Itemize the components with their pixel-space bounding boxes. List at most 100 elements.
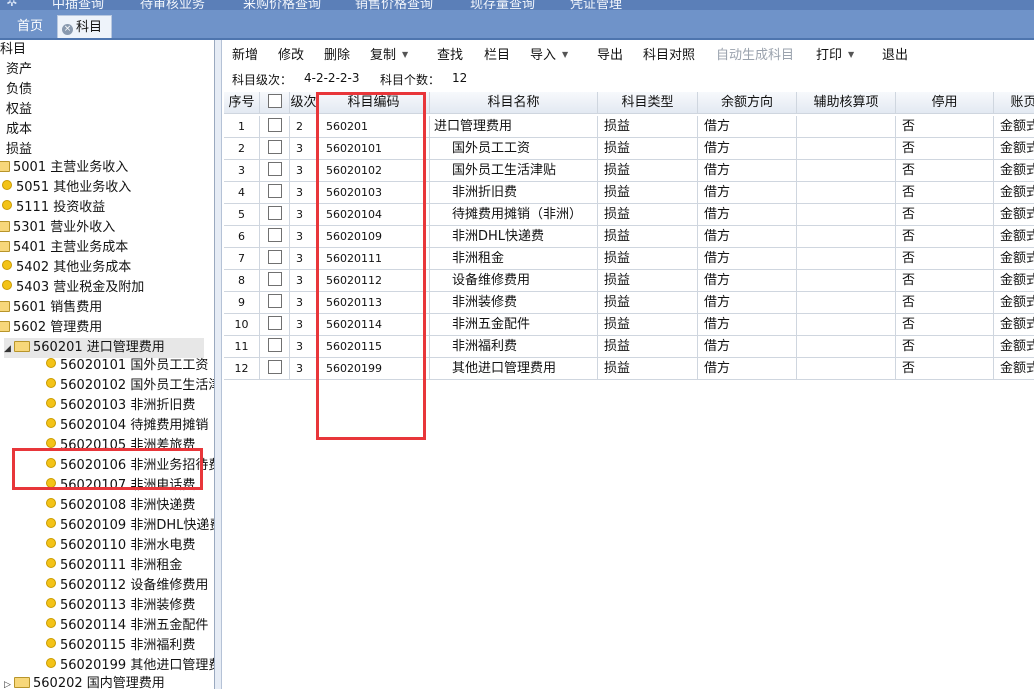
- cell-col-disabled[interactable]: 否: [896, 226, 994, 248]
- cell-col-level[interactable]: 2: [290, 116, 318, 138]
- cell-col-page[interactable]: 金额式: [994, 226, 1034, 248]
- cell-col-type[interactable]: 损益: [598, 336, 698, 358]
- print-dropdown-button[interactable]: 打印 ▼: [816, 44, 854, 63]
- cell-col-name[interactable]: 待摊费用摊销（非洲）: [430, 204, 598, 226]
- cell-col-name[interactable]: 国外员工生活津贴: [430, 160, 598, 182]
- row-checkbox[interactable]: [267, 250, 282, 264]
- tree-node-56020109[interactable]: 56020109 非洲DHL快递费: [46, 516, 214, 536]
- auto-generate-button[interactable]: 自动生成科目: [716, 44, 794, 63]
- cell-col-level[interactable]: 3: [290, 314, 318, 336]
- tree-node-56020107[interactable]: 56020107 非洲电话费: [46, 476, 195, 496]
- tree-node-5401[interactable]: 5401 主营业务成本: [0, 238, 128, 258]
- cell-col-level[interactable]: 3: [290, 292, 318, 314]
- row-checkbox[interactable]: [267, 162, 282, 176]
- gear-icon[interactable]: ✲: [6, 0, 18, 10]
- menu-item[interactable]: 采购价格查询: [243, 0, 321, 10]
- cell-col-no[interactable]: 10: [224, 314, 260, 336]
- columns-button[interactable]: 栏目: [484, 44, 510, 63]
- tree-node-56020101[interactable]: 56020101 国外员工工资: [46, 356, 208, 376]
- cell-col-aux[interactable]: [797, 248, 896, 270]
- cell-col-aux[interactable]: [797, 204, 896, 226]
- tree-category[interactable]: 成本: [6, 120, 32, 140]
- subject-grid[interactable]: 序号 级次 科目编码 科目名称 科目类型 余额方向 辅助核算项 停用 账页 1 2 560201 进口管…: [224, 92, 1034, 689]
- panel-splitter[interactable]: [215, 40, 222, 689]
- header-col-direction[interactable]: 余额方向: [698, 92, 797, 114]
- row-checkbox[interactable]: [267, 338, 282, 352]
- cell-col-code[interactable]: 56020102: [318, 160, 430, 182]
- delete-button[interactable]: 删除: [324, 44, 350, 63]
- cell-col-level[interactable]: 3: [290, 138, 318, 160]
- row-checkbox[interactable]: [267, 118, 282, 132]
- exit-button[interactable]: 退出: [882, 44, 908, 63]
- cell-col-name[interactable]: 国外员工工资: [430, 138, 598, 160]
- header-col-select[interactable]: [260, 92, 290, 114]
- row-checkbox[interactable]: [267, 206, 282, 220]
- cell-col-level[interactable]: 3: [290, 358, 318, 380]
- cell-col-direction[interactable]: 借方: [698, 248, 797, 270]
- tree-category[interactable]: 资产: [6, 60, 32, 80]
- cell-col-page[interactable]: 金额式: [994, 270, 1034, 292]
- cell-col-no[interactable]: 9: [224, 292, 260, 314]
- tree-category[interactable]: 负债: [6, 80, 32, 100]
- header-col-no[interactable]: 序号: [224, 92, 260, 114]
- cell-col-name[interactable]: 非洲五金配件: [430, 314, 598, 336]
- cell-col-type[interactable]: 损益: [598, 116, 698, 138]
- menu-item[interactable]: 凭证管理: [570, 0, 622, 10]
- cell-col-no[interactable]: 4: [224, 182, 260, 204]
- cell-col-direction[interactable]: 借方: [698, 116, 797, 138]
- cell-col-no[interactable]: 6: [224, 226, 260, 248]
- menu-item[interactable]: 销售价格查询: [355, 0, 433, 10]
- cell-col-code[interactable]: 56020101: [318, 138, 430, 160]
- menu-item[interactable]: 待审核业务: [140, 0, 205, 10]
- menu-item[interactable]: 现存量查询: [470, 0, 535, 10]
- cell-col-name[interactable]: 进口管理费用: [430, 116, 598, 138]
- cell-col-no[interactable]: 11: [224, 336, 260, 358]
- cell-col-name[interactable]: 非洲DHL快递费: [430, 226, 598, 248]
- header-col-code[interactable]: 科目编码: [318, 92, 430, 114]
- add-button[interactable]: 新增: [232, 44, 258, 63]
- cell-col-disabled[interactable]: 否: [896, 248, 994, 270]
- cell-col-page[interactable]: 金额式: [994, 160, 1034, 182]
- cell-col-code[interactable]: 560201: [318, 116, 430, 138]
- cell-col-code[interactable]: 56020114: [318, 314, 430, 336]
- subject-tree[interactable]: 科目 资产 负债 权益 成本 损益 5001 主营业务收入 5051 其他业务收…: [0, 40, 215, 689]
- tree-node-56020105[interactable]: 56020105 非洲差旅费: [46, 436, 195, 456]
- subject-compare-button[interactable]: 科目对照: [643, 44, 695, 63]
- cell-col-direction[interactable]: 借方: [698, 138, 797, 160]
- cell-col-disabled[interactable]: 否: [896, 116, 994, 138]
- cell-col-no[interactable]: 8: [224, 270, 260, 292]
- cell-col-aux[interactable]: [797, 336, 896, 358]
- cell-col-no[interactable]: 5: [224, 204, 260, 226]
- cell-col-no[interactable]: 12: [224, 358, 260, 380]
- cell-col-direction[interactable]: 借方: [698, 336, 797, 358]
- header-col-name[interactable]: 科目名称: [430, 92, 598, 114]
- cell-col-name[interactable]: 非洲装修费: [430, 292, 598, 314]
- cell-col-level[interactable]: 3: [290, 204, 318, 226]
- cell-col-code[interactable]: 56020109: [318, 226, 430, 248]
- cell-col-page[interactable]: 金额式: [994, 248, 1034, 270]
- cell-col-direction[interactable]: 借方: [698, 204, 797, 226]
- cell-col-code[interactable]: 56020199: [318, 358, 430, 380]
- cell-col-aux[interactable]: [797, 116, 896, 138]
- tree-node-5402[interactable]: 5402 其他业务成本: [2, 258, 131, 278]
- tree-node-56020110[interactable]: 56020110 非洲水电费: [46, 536, 195, 556]
- cell-col-level[interactable]: 3: [290, 270, 318, 292]
- header-col-type[interactable]: 科目类型: [598, 92, 698, 114]
- cell-col-disabled[interactable]: 否: [896, 314, 994, 336]
- cell-col-disabled[interactable]: 否: [896, 358, 994, 380]
- cell-col-code[interactable]: 56020103: [318, 182, 430, 204]
- header-col-disabled[interactable]: 停用: [896, 92, 994, 114]
- tree-node-5601[interactable]: 5601 销售费用: [0, 298, 102, 318]
- row-checkbox[interactable]: [267, 140, 282, 154]
- cell-col-code[interactable]: 56020104: [318, 204, 430, 226]
- cell-col-name[interactable]: 非洲租金: [430, 248, 598, 270]
- cell-col-code[interactable]: 56020111: [318, 248, 430, 270]
- row-checkbox[interactable]: [267, 294, 282, 308]
- tab-subjects[interactable]: × 科目: [57, 15, 112, 38]
- tree-category[interactable]: 损益: [6, 140, 32, 160]
- cell-col-type[interactable]: 损益: [598, 358, 698, 380]
- cell-col-type[interactable]: 损益: [598, 160, 698, 182]
- tree-node-56020199[interactable]: 56020199 其他进口管理费: [46, 656, 214, 676]
- cell-col-type[interactable]: 损益: [598, 226, 698, 248]
- cell-col-page[interactable]: 金额式: [994, 292, 1034, 314]
